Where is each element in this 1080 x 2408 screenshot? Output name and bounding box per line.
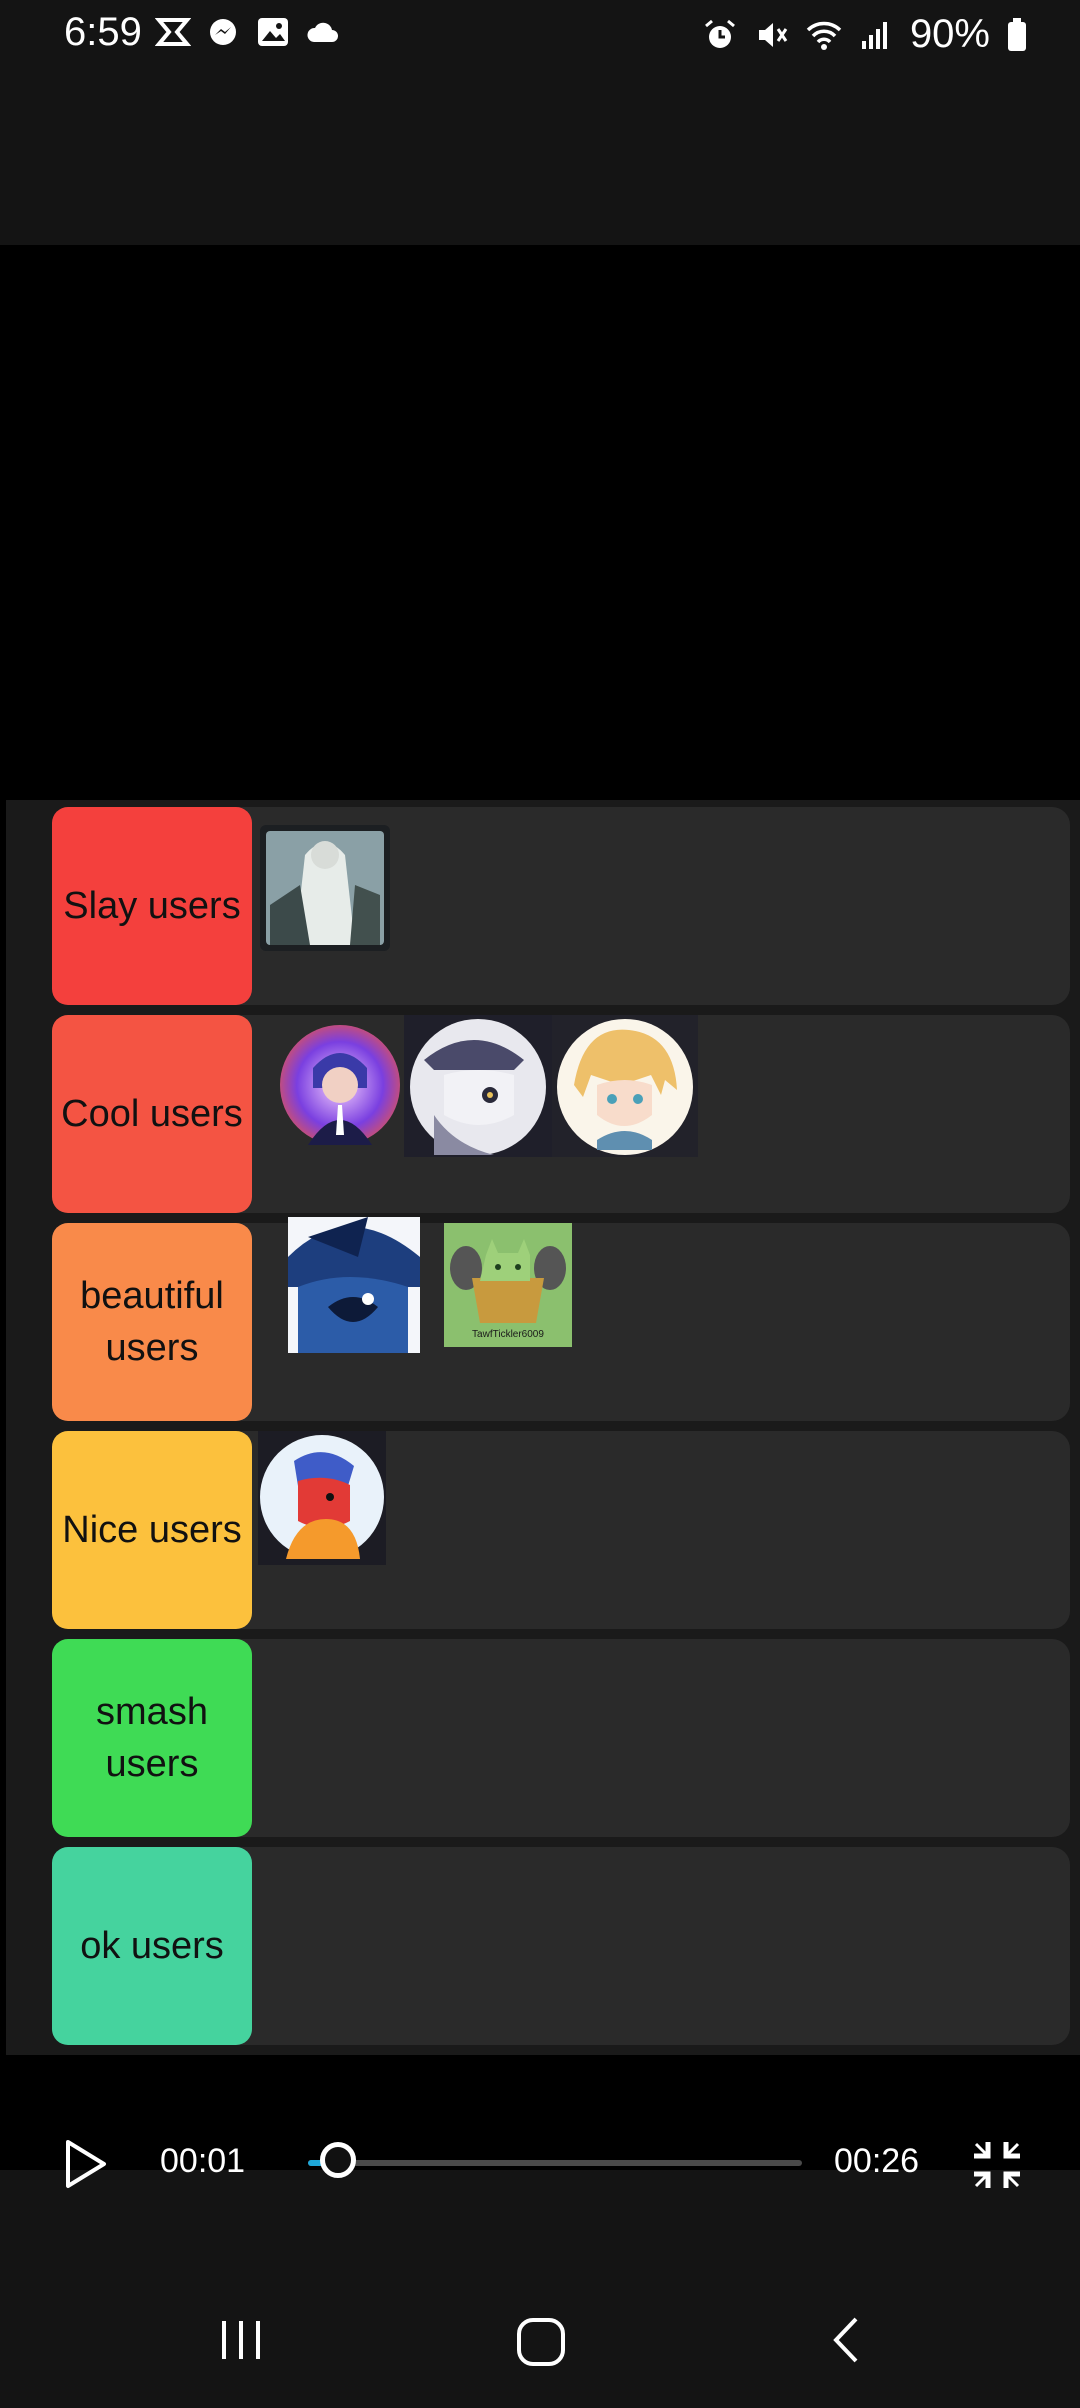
avatar-blonde-elf-character[interactable] bbox=[552, 1015, 698, 1157]
recent-apps-icon[interactable] bbox=[216, 2315, 266, 2365]
mute-icon bbox=[758, 22, 788, 47]
tier-list-board: Slay users Cool users beautiful users Ta… bbox=[6, 800, 1080, 2055]
tier-row-ok: ok users bbox=[52, 1847, 1070, 2045]
alarm-icon bbox=[704, 19, 735, 48]
tier-row-slay: Slay users bbox=[52, 807, 1070, 1005]
avatar-blue-hat-character[interactable] bbox=[288, 1217, 420, 1353]
avatar-red-character-orange-hoodie[interactable] bbox=[258, 1431, 386, 1565]
tier-label-nice: Nice users bbox=[52, 1431, 252, 1629]
tier-label-slay: Slay users bbox=[52, 807, 252, 1005]
tier-label-beautiful: beautiful users bbox=[52, 1223, 252, 1421]
tier-label-cool: Cool users bbox=[52, 1015, 252, 1213]
status-time: 6:59 bbox=[64, 10, 142, 54]
home-icon[interactable] bbox=[514, 2315, 568, 2369]
exit-fullscreen-icon[interactable] bbox=[970, 2138, 1024, 2192]
tier-row-cool: Cool users bbox=[52, 1015, 1070, 1213]
play-icon[interactable] bbox=[62, 2138, 110, 2190]
status-bar: 6:59 90% bbox=[0, 0, 1080, 245]
avatar-anime-girl-white-dress[interactable] bbox=[260, 825, 390, 951]
wifi-icon bbox=[806, 21, 842, 50]
avatar-green-cat-tawftickler[interactable]: TawfTickler6009 bbox=[444, 1223, 572, 1347]
back-icon[interactable] bbox=[826, 2315, 866, 2365]
signal-icon bbox=[861, 21, 887, 49]
messenger-icon bbox=[210, 19, 236, 45]
tier-row-nice: Nice users bbox=[52, 1431, 1070, 1629]
tier-label-smash: smash users bbox=[52, 1639, 252, 1837]
current-time: 00:01 bbox=[160, 2142, 246, 2180]
cloud-icon bbox=[307, 22, 338, 42]
capcut-icon bbox=[155, 18, 191, 46]
seek-bar[interactable] bbox=[308, 2160, 802, 2166]
seek-thumb[interactable] bbox=[319, 2142, 356, 2178]
tier-label-ok: ok users bbox=[52, 1847, 252, 2045]
tier-row-smash: smash users bbox=[52, 1639, 1070, 1837]
tawf-caption: TawfTickler6009 bbox=[472, 1329, 544, 1340]
video-frame[interactable]: Slay users Cool users beautiful users Ta… bbox=[0, 245, 1080, 2165]
avatar-grey-hat-character[interactable] bbox=[404, 1015, 552, 1157]
total-time: 00:26 bbox=[834, 2142, 920, 2180]
avatar-purple-galaxy-character[interactable] bbox=[278, 1023, 402, 1147]
video-controls: 00:01 00:26 bbox=[0, 2120, 1080, 2210]
battery-percent: 90% bbox=[909, 12, 990, 56]
gallery-icon bbox=[258, 18, 288, 46]
battery-icon bbox=[1008, 17, 1026, 51]
tier-row-beautiful: beautiful users TawfTickler6009 bbox=[52, 1217, 1070, 1421]
